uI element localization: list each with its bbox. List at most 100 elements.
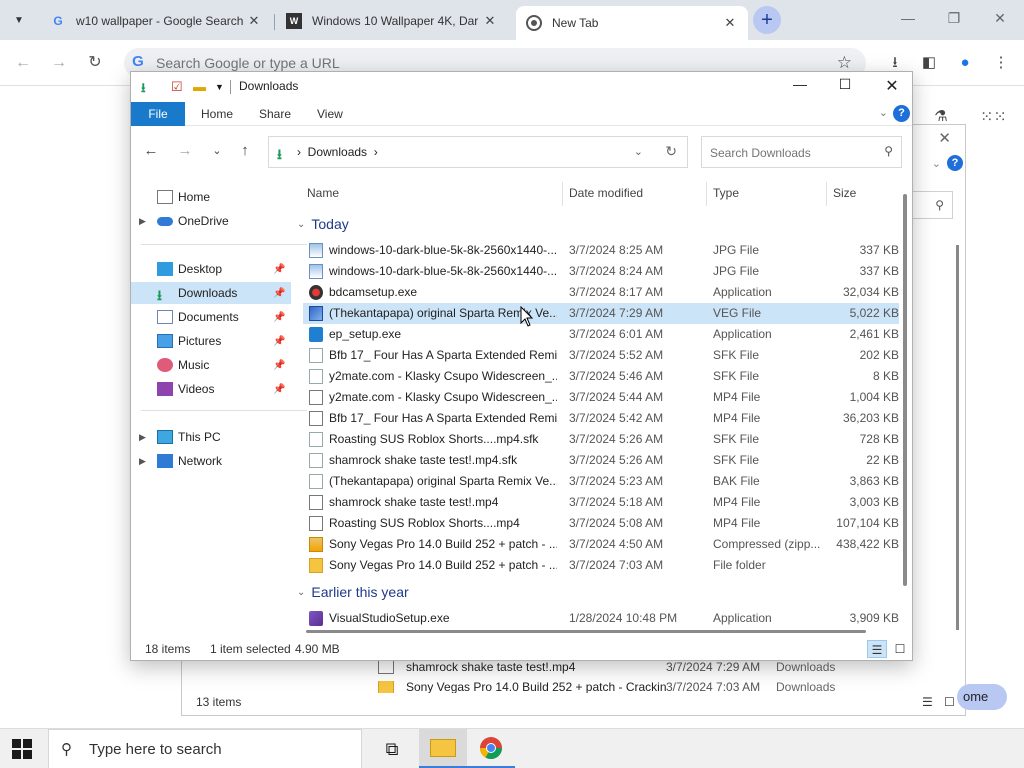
table-row[interactable]: shamrock shake taste test!.mp4 3/7/2024 …	[303, 492, 899, 513]
sidebar-item-desktop[interactable]: Desktop 📌	[131, 258, 291, 280]
table-row[interactable]: (Thekantapapa) original Sparta Remix Ve.…	[303, 303, 899, 324]
table-row[interactable]: Bfb 17_ Four Has A Sparta Extended Remi.…	[303, 408, 899, 429]
close-window-icon[interactable]: ✕	[990, 10, 1010, 27]
table-row[interactable]: Bfb 17_ Four Has A Sparta Extended Remi.…	[303, 345, 899, 366]
windows-start-icon[interactable]	[12, 739, 32, 759]
list-item[interactable]: Sony Vegas Pro 14.0 Build 252 + patch - …	[378, 681, 835, 693]
table-row[interactable]: shamrock shake taste test!.mp4.sfk 3/7/2…	[303, 450, 899, 471]
close-tab-icon[interactable]: ✕	[722, 15, 738, 31]
table-row[interactable]: Roasting SUS Roblox Shorts....mp4.sfk 3/…	[303, 429, 899, 450]
expand-arrow-icon[interactable]: ▶	[139, 456, 146, 467]
restore-icon[interactable]: ❐	[944, 10, 964, 27]
table-row[interactable]: windows-10-dark-blue-5k-8k-2560x1440-...…	[303, 240, 899, 261]
profile-icon[interactable]: ●	[954, 52, 976, 74]
breadcrumb[interactable]: › Downloads ›	[297, 145, 378, 159]
tab-new-tab[interactable]: New Tab ✕	[516, 6, 748, 40]
download-icon[interactable]: ⭳	[141, 79, 146, 101]
properties-icon[interactable]: ☑	[171, 79, 183, 95]
column-header-date[interactable]: Date modified	[569, 186, 643, 202]
side-panel-icon[interactable]: ◧	[918, 52, 940, 74]
sidebar-item-onedrive[interactable]: ▶ OneDrive	[131, 210, 291, 232]
expand-ribbon-icon[interactable]: ⌄	[879, 106, 888, 119]
scrollbar[interactable]	[956, 245, 959, 630]
task-view-icon[interactable]: ⧉	[368, 729, 416, 768]
column-header-name[interactable]: Name	[307, 186, 339, 202]
chrome-icon[interactable]	[467, 729, 515, 768]
address-bar[interactable]: ⭳ › Downloads › ⌄ ↻	[268, 136, 688, 168]
sidebar-item-pictures[interactable]: Pictures 📌	[131, 330, 291, 352]
search-input[interactable]	[710, 144, 870, 162]
help-icon[interactable]: ?	[947, 155, 963, 171]
table-row[interactable]: y2mate.com - Klasky Csupo Widescreen_...…	[303, 366, 899, 387]
minimize-icon[interactable]: —	[789, 76, 811, 92]
table-row[interactable]: Roasting SUS Roblox Shorts....mp4 3/7/20…	[303, 513, 899, 534]
forward-icon[interactable]: →	[175, 142, 195, 159]
tab-search-button[interactable]: ▼	[6, 8, 32, 32]
refresh-icon[interactable]: ↻	[665, 143, 677, 160]
table-row[interactable]: Sony Vegas Pro 14.0 Build 252 + patch - …	[303, 555, 899, 576]
table-row[interactable]: windows-10-dark-blue-5k-8k-2560x1440-...…	[303, 261, 899, 282]
home-button[interactable]: ome	[957, 684, 1007, 710]
file-explorer-icon[interactable]	[419, 729, 467, 768]
new-folder-icon[interactable]: ▬	[193, 79, 206, 94]
up-icon[interactable]: ↑	[235, 142, 255, 159]
large-icons-view-icon[interactable]: ☐	[890, 640, 910, 658]
group-header-today[interactable]: ⌄ Today	[297, 213, 349, 235]
help-icon[interactable]: ?	[893, 105, 910, 122]
tab-google-search[interactable]: G w10 wallpaper - Google Search ✕	[40, 6, 272, 36]
sidebar-item-documents[interactable]: Documents 📌	[131, 306, 291, 328]
table-row[interactable]: (Thekantapapa) original Sparta Remix Ve.…	[303, 471, 899, 492]
table-row[interactable]: Sony Vegas Pro 14.0 Build 252 + patch - …	[303, 534, 899, 555]
forward-icon[interactable]: →	[48, 52, 70, 74]
column-divider[interactable]	[826, 182, 827, 206]
sidebar-item-home[interactable]: Home	[131, 186, 291, 208]
expand-arrow-icon[interactable]: ▶	[139, 432, 146, 443]
new-tab-button[interactable]: +	[753, 6, 781, 34]
sidebar-item-this-pc[interactable]: ▶ This PC	[131, 426, 291, 448]
close-tab-icon[interactable]: ✕	[246, 13, 262, 29]
large-icons-view-icon[interactable]: ☐	[944, 695, 955, 709]
details-view-icon[interactable]: ☰	[922, 695, 933, 709]
tab-wallpaper[interactable]: W Windows 10 Wallpaper 4K, Dar ✕	[276, 6, 508, 36]
tab-view[interactable]: View	[317, 102, 343, 126]
vertical-scrollbar[interactable]	[903, 194, 907, 586]
bookmark-star-icon[interactable]: ☆	[837, 53, 852, 73]
expand-arrow-icon[interactable]: ▶	[139, 216, 146, 227]
chevron-down-icon[interactable]: ⌄	[932, 157, 941, 170]
close-icon[interactable]: ✕	[938, 129, 951, 147]
column-header-type[interactable]: Type	[713, 186, 739, 202]
search-box[interactable]: ⚲	[701, 136, 902, 168]
table-row[interactable]: y2mate.com - Klasky Csupo Widescreen_...…	[303, 387, 899, 408]
column-divider[interactable]	[706, 182, 707, 206]
group-header-earlier-this-year[interactable]: ⌄ Earlier this year	[297, 581, 409, 603]
sidebar-item-downloads[interactable]: ⭳ Downloads 📌	[131, 282, 291, 304]
back-icon[interactable]: ←	[141, 142, 161, 159]
reload-icon[interactable]: ↻	[84, 52, 106, 74]
table-row[interactable]: VisualStudioSetup.exe 1/28/2024 10:48 PM…	[303, 608, 899, 629]
horizontal-scrollbar[interactable]	[306, 630, 866, 633]
tab-file[interactable]: File	[131, 102, 185, 126]
breadcrumb-item[interactable]: Downloads	[308, 145, 367, 159]
taskbar-search-box[interactable]: ⚲ Type here to search	[48, 729, 362, 768]
apps-grid-icon[interactable]: ⁙⁙	[980, 108, 1007, 128]
recent-locations-icon[interactable]: ⌄	[207, 144, 227, 157]
tab-home[interactable]: Home	[201, 102, 233, 126]
table-row[interactable]: bdcamsetup.exe 3/7/2024 8:17 AM Applicat…	[303, 282, 899, 303]
sidebar-item-videos[interactable]: Videos 📌	[131, 378, 291, 400]
column-divider[interactable]	[562, 182, 563, 206]
sidebar-item-music[interactable]: Music 📌	[131, 354, 291, 376]
close-icon[interactable]: ✕	[881, 76, 903, 96]
minimize-icon[interactable]: —	[898, 10, 918, 26]
address-dropdown-icon[interactable]: ⌄	[634, 145, 643, 158]
sidebar-item-network[interactable]: ▶ Network	[131, 450, 291, 472]
search-box[interactable]: ⚲	[907, 191, 953, 219]
back-icon[interactable]: ←	[12, 52, 34, 74]
column-header-size[interactable]: Size	[833, 186, 856, 202]
details-view-icon[interactable]: ☰	[867, 640, 887, 658]
close-tab-icon[interactable]: ✕	[482, 13, 498, 29]
customize-toolbar-icon[interactable]: ▼	[215, 82, 224, 92]
tab-share[interactable]: Share	[259, 102, 291, 126]
table-row[interactable]: ep_setup.exe 3/7/2024 6:01 AM Applicatio…	[303, 324, 899, 345]
menu-icon[interactable]: ⋮	[990, 52, 1012, 74]
maximize-icon[interactable]: ☐	[834, 76, 856, 93]
